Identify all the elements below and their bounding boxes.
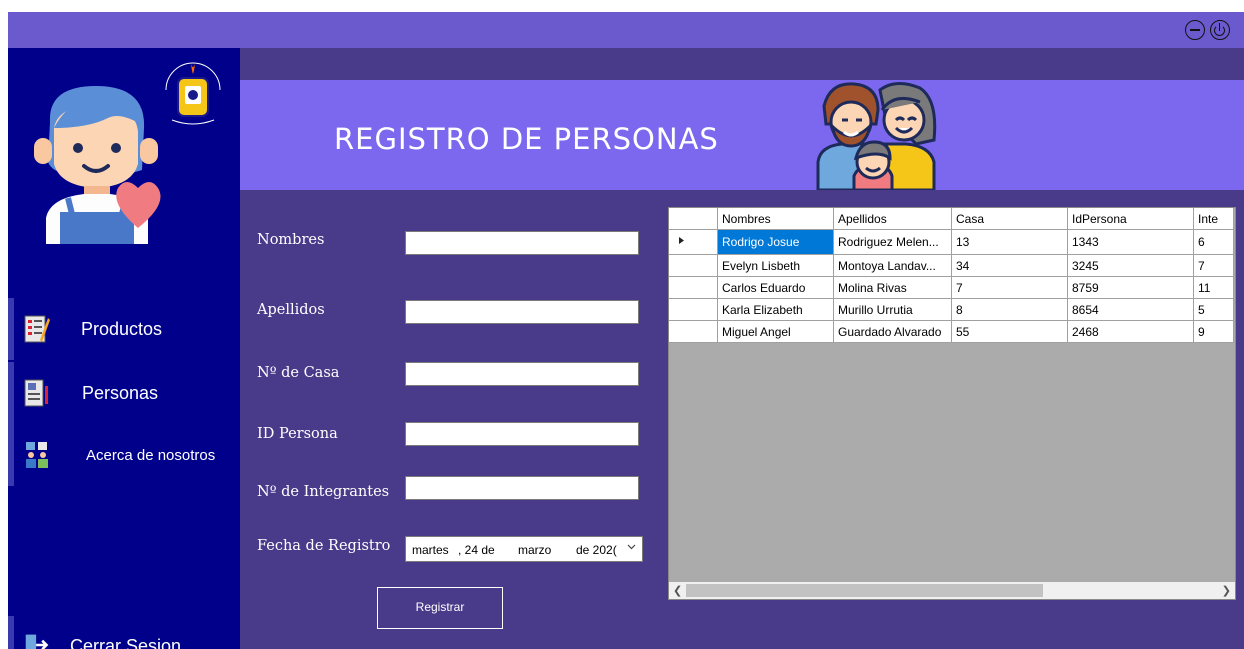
integrantes-input[interactable]: [405, 476, 639, 500]
page-header: REGISTRO DE PERSONAS: [240, 80, 1244, 190]
date-month: marzo: [518, 543, 552, 557]
column-header[interactable]: Nombres: [717, 208, 834, 230]
date-weekday: martes: [412, 543, 449, 557]
nombres-input[interactable]: [405, 231, 639, 255]
table-cell[interactable]: 7: [1193, 254, 1234, 277]
logout-icon: [25, 634, 49, 649]
title-bar: [8, 12, 1244, 48]
sidebar-item-indicator: [8, 298, 14, 360]
table-cell[interactable]: Molina Rivas: [833, 276, 952, 299]
column-header[interactable]: Apellidos: [833, 208, 952, 230]
checklist-icon: [24, 315, 50, 343]
sidebar-item-indicator: [8, 424, 14, 486]
table-header-row: Nombres Apellidos Casa IdPersona Inte: [669, 208, 1234, 230]
logout-button[interactable]: Cerrar Sesion: [8, 616, 240, 649]
table-cell[interactable]: Guardado Alvarado: [833, 320, 952, 343]
scrollbar-thumb[interactable]: [686, 584, 1043, 597]
table-cell[interactable]: Evelyn Lisbeth: [717, 254, 834, 277]
table-cell[interactable]: Miguel Angel: [717, 320, 834, 343]
column-header[interactable]: Inte: [1193, 208, 1234, 230]
casa-input[interactable]: [405, 362, 639, 386]
table-cell[interactable]: Murillo Urrutia: [833, 298, 952, 321]
app-window: Productos Personas Acerca de nosotros Ce…: [8, 12, 1244, 649]
sidebar-item-indicator: [8, 616, 14, 649]
sidebar-item-label: Personas: [82, 383, 159, 403]
row-header[interactable]: [669, 320, 718, 343]
integrantes-label: Nº de Integrantes: [257, 484, 390, 500]
table-cell[interactable]: 8654: [1067, 298, 1194, 321]
apellidos-label: Apellidos: [257, 302, 325, 318]
power-icon[interactable]: [1210, 20, 1230, 40]
personas-table[interactable]: Nombres Apellidos Casa IdPersona Inte Ro…: [668, 207, 1236, 600]
row-header[interactable]: [669, 276, 718, 299]
column-header[interactable]: Casa: [951, 208, 1068, 230]
id-card-icon: [24, 379, 48, 407]
table-cell[interactable]: 2468: [1067, 320, 1194, 343]
table-cell[interactable]: Karla Elizabeth: [717, 298, 834, 321]
nombres-label: Nombres: [257, 232, 325, 248]
registrar-button[interactable]: Registrar: [377, 587, 503, 629]
scroll-right-icon[interactable]: ❯: [1222, 584, 1231, 597]
family-icon: [816, 82, 937, 190]
table-row[interactable]: Carlos Eduardo Molina Rivas 7 8759 11: [669, 276, 1234, 299]
table-cell[interactable]: 11: [1193, 276, 1234, 299]
fecha-date-picker[interactable]: martes , 24 de marzo de 202(: [405, 536, 643, 562]
table-cell[interactable]: 3245: [1067, 254, 1194, 277]
sidebar: Productos Personas Acerca de nosotros Ce…: [8, 48, 240, 649]
table-cell[interactable]: Carlos Eduardo: [717, 276, 834, 299]
row-header[interactable]: [669, 254, 718, 277]
fecha-label: Fecha de Registro: [257, 538, 391, 554]
logout-label: Cerrar Sesion: [70, 636, 182, 649]
table-cell[interactable]: 7: [951, 276, 1068, 299]
row-header[interactable]: [669, 229, 718, 255]
sidebar-item-personas[interactable]: Personas: [8, 362, 240, 424]
table-cell[interactable]: Rodrigo Josue: [717, 229, 834, 255]
table-cell[interactable]: 9: [1193, 320, 1234, 343]
date-year: de 202(: [576, 543, 617, 557]
scroll-left-icon[interactable]: ❮: [673, 584, 682, 597]
date-day: , 24 de: [458, 543, 495, 557]
table-cell[interactable]: Montoya Landav...: [833, 254, 952, 277]
chevron-down-icon[interactable]: [627, 542, 636, 551]
row-header[interactable]: [669, 298, 718, 321]
table-cell[interactable]: 34: [951, 254, 1068, 277]
table-row[interactable]: Karla Elizabeth Murillo Urrutia 8 8654 5: [669, 298, 1234, 321]
column-header[interactable]: IdPersona: [1067, 208, 1194, 230]
table-cell[interactable]: 13: [951, 229, 1068, 255]
current-row-arrow-icon: [679, 237, 684, 244]
table-cell[interactable]: 1343: [1067, 229, 1194, 255]
table-row[interactable]: Miguel Angel Guardado Alvarado 55 2468 9: [669, 320, 1234, 343]
table-row[interactable]: Rodrigo Josue Rodriguez Melen... 13 1343…: [669, 229, 1234, 255]
avatar: [34, 86, 161, 244]
horizontal-scrollbar[interactable]: ❮ ❯: [669, 582, 1235, 599]
sidebar-item-label: Productos: [81, 319, 163, 339]
table-cell[interactable]: 5: [1193, 298, 1234, 321]
page-title: REGISTRO DE PERSONAS: [334, 122, 719, 156]
minimize-icon[interactable]: [1185, 20, 1205, 40]
team-icon: [26, 442, 48, 468]
apellidos-input[interactable]: [405, 300, 639, 324]
table-cell[interactable]: Rodriguez Melen...: [833, 229, 952, 255]
sidebar-item-acerca-de-nosotros[interactable]: Acerca de nosotros: [8, 424, 240, 486]
table-cell[interactable]: 8759: [1067, 276, 1194, 299]
sidebar-item-productos[interactable]: Productos: [8, 298, 240, 360]
table-cell[interactable]: 55: [951, 320, 1068, 343]
table-cell[interactable]: 8: [951, 298, 1068, 321]
casa-label: Nº de Casa: [257, 365, 340, 381]
row-header-corner: [669, 208, 718, 230]
sidebar-item-indicator: [8, 362, 14, 424]
id-persona-input[interactable]: [405, 422, 639, 446]
table-row[interactable]: Evelyn Lisbeth Montoya Landav... 34 3245…: [669, 254, 1234, 277]
table-cell[interactable]: 6: [1193, 229, 1234, 255]
sidebar-item-label: Acerca de nosotros: [86, 447, 216, 464]
id-persona-label: ID Persona: [257, 426, 338, 442]
